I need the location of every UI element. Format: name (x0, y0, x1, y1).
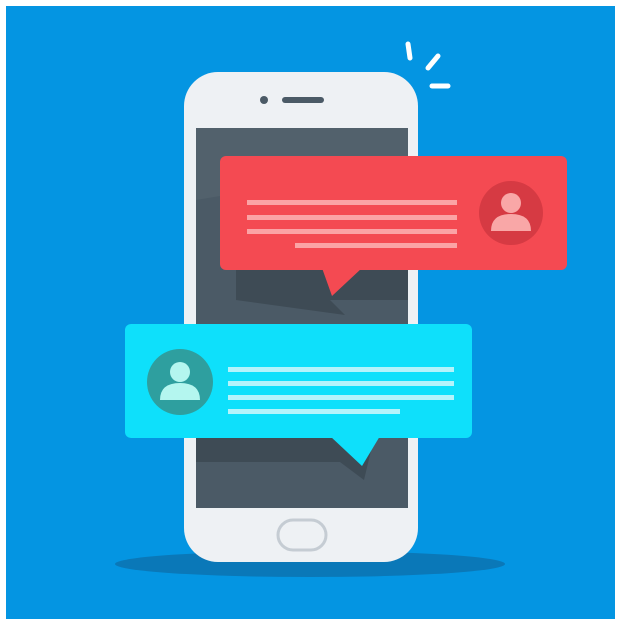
phone-speaker (282, 97, 324, 103)
avatar-head (501, 193, 521, 213)
text-line (228, 409, 400, 414)
text-line (295, 243, 457, 248)
text-line (247, 200, 457, 205)
avatar-head (170, 362, 190, 382)
text-line (228, 367, 454, 372)
chat-illustration (0, 0, 621, 625)
text-line (228, 395, 454, 400)
illustration-svg (6, 6, 615, 619)
user-avatar-icon (147, 349, 213, 415)
user-avatar-icon (479, 181, 543, 245)
text-line (228, 381, 454, 386)
text-line (247, 215, 457, 220)
phone-camera (260, 96, 268, 104)
ring-line-1 (405, 41, 413, 61)
smartphone-icon (184, 72, 418, 562)
text-line (247, 229, 457, 234)
